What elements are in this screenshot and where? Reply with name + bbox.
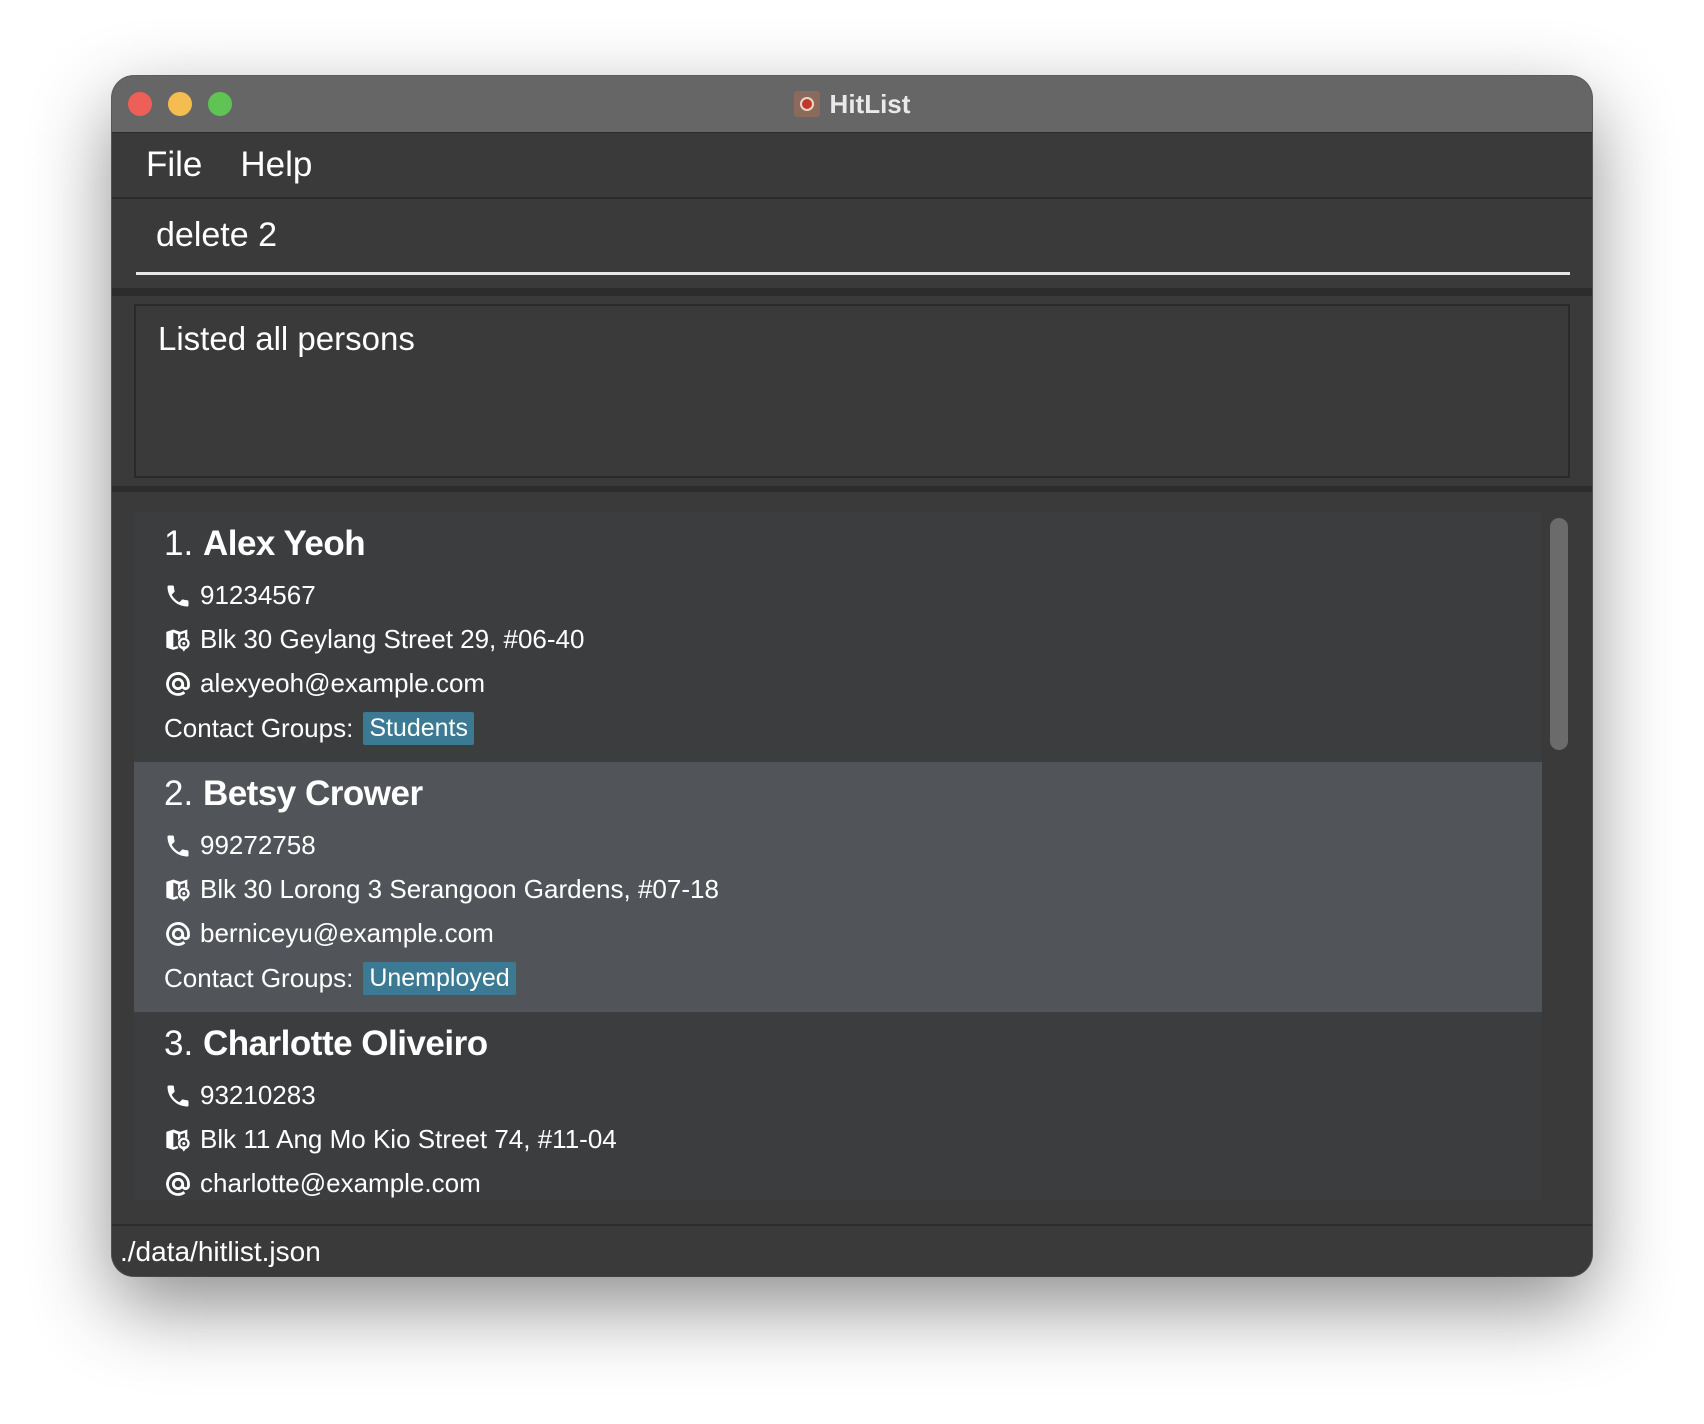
email-row: berniceyu@example.com: [164, 918, 494, 949]
person-card[interactable]: 3. Charlotte Oliveiro 93210283 Blk 11 An…: [134, 1012, 1542, 1200]
at-icon: [164, 1170, 192, 1198]
email-row: alexyeoh@example.com: [164, 668, 485, 699]
address-row: Blk 30 Lorong 3 Serangoon Gardens, #07-1…: [164, 874, 719, 905]
group-tag: Students: [363, 712, 474, 745]
menu-bar: File Help: [112, 133, 1592, 199]
contact-groups: Contact Groups: Unemployed: [164, 962, 516, 995]
person-index: 3.: [164, 1024, 194, 1063]
person-list-panel: 1. Alex Yeoh 91234567 Blk 30 Geylang Str…: [112, 492, 1592, 1224]
group-tag: Unemployed: [363, 962, 516, 995]
phone-row: 99272758: [164, 830, 316, 861]
data-file-path: ./data/hitlist.json: [120, 1236, 321, 1267]
address-row: Blk 11 Ang Mo Kio Street 74, #11-04: [164, 1124, 617, 1155]
title-bar[interactable]: HitList: [112, 76, 1592, 133]
email-row: charlotte@example.com: [164, 1168, 481, 1199]
map-pin-icon: [164, 876, 192, 904]
menu-file[interactable]: File: [146, 145, 202, 185]
phone-row: 91234567: [164, 580, 316, 611]
phone-number: 99272758: [200, 830, 316, 860]
scrollbar-thumb[interactable]: [1550, 518, 1568, 750]
list-scrollbar[interactable]: [1548, 512, 1570, 1200]
phone-icon: [164, 832, 192, 860]
phone-icon: [164, 582, 192, 610]
menu-help[interactable]: Help: [240, 145, 312, 185]
contact-groups-label: Contact Groups:: [164, 713, 354, 743]
email-text: charlotte@example.com: [200, 1168, 481, 1198]
address-row: Blk 30 Geylang Street 29, #06-40: [164, 624, 584, 655]
person-index: 1.: [164, 524, 194, 563]
map-pin-icon: [164, 626, 192, 654]
email-text: alexyeoh@example.com: [200, 668, 486, 698]
person-list[interactable]: 1. Alex Yeoh 91234567 Blk 30 Geylang Str…: [134, 512, 1542, 1200]
window-title-group: HitList: [112, 76, 1592, 132]
contact-groups-label: Contact Groups:: [164, 963, 354, 993]
phone-number: 91234567: [200, 580, 316, 610]
person-name: 2. Betsy Crower: [164, 774, 423, 814]
person-name-text: Charlotte Oliveiro: [202, 1024, 488, 1063]
app-window: HitList File Help Listed all persons 1. …: [112, 76, 1592, 1276]
person-card[interactable]: 1. Alex Yeoh 91234567 Blk 30 Geylang Str…: [134, 512, 1542, 762]
person-name-text: Betsy Crower: [202, 774, 423, 813]
result-box: Listed all persons: [134, 304, 1570, 478]
address-text: Blk 11 Ang Mo Kio Street 74, #11-04: [200, 1124, 617, 1154]
result-message: Listed all persons: [158, 320, 415, 357]
map-pin-icon: [164, 1126, 192, 1154]
at-icon: [164, 670, 192, 698]
command-box: [112, 199, 1592, 285]
email-text: berniceyu@example.com: [200, 918, 494, 948]
app-icon: [793, 91, 820, 117]
person-card-selected[interactable]: 2. Betsy Crower 99272758 Blk 30 Lorong 3…: [134, 762, 1542, 1012]
command-input[interactable]: [136, 199, 1570, 275]
phone-number: 93210283: [200, 1080, 316, 1110]
phone-row: 93210283: [164, 1080, 316, 1111]
person-name: 1. Alex Yeoh: [164, 524, 366, 564]
divider: [112, 288, 1592, 296]
phone-icon: [164, 1082, 192, 1110]
person-index: 2.: [164, 774, 194, 813]
contact-groups: Contact Groups: Students: [164, 712, 474, 745]
at-icon: [164, 920, 192, 948]
person-name: 3. Charlotte Oliveiro: [164, 1024, 488, 1064]
window-title: HitList: [829, 88, 911, 119]
person-name-text: Alex Yeoh: [202, 524, 366, 563]
address-text: Blk 30 Lorong 3 Serangoon Gardens, #07-1…: [200, 874, 719, 904]
result-display: Listed all persons: [112, 296, 1592, 486]
address-text: Blk 30 Geylang Street 29, #06-40: [200, 624, 585, 654]
status-bar: ./data/hitlist.json: [112, 1224, 1592, 1276]
